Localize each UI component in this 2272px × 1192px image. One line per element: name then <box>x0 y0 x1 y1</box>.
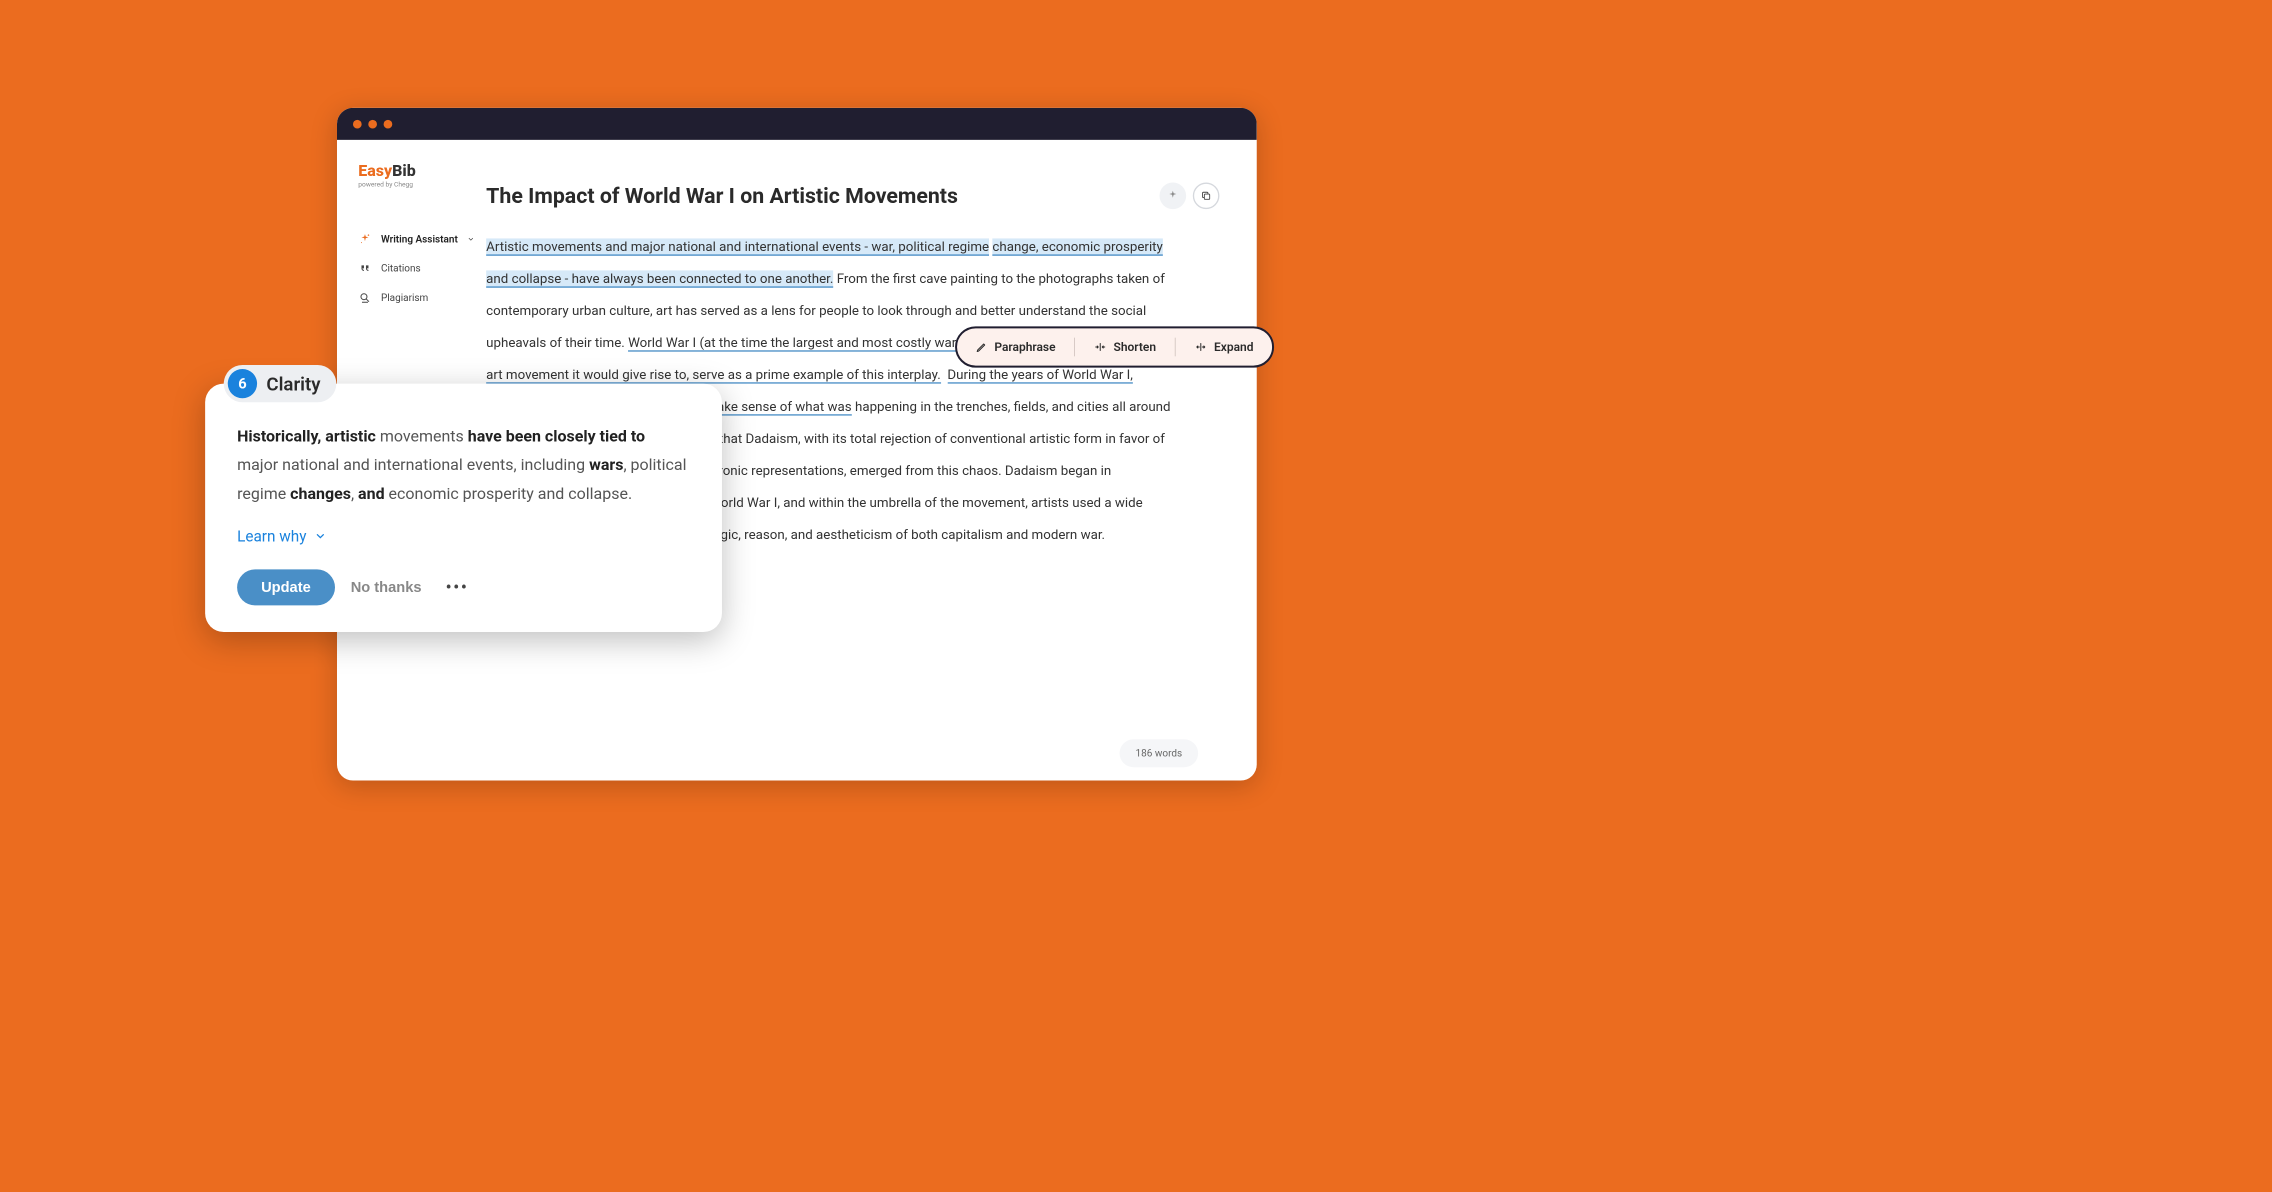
logo: EasyBib <box>358 161 486 180</box>
window-maximize-icon[interactable] <box>384 120 393 129</box>
more-options-icon[interactable]: ••• <box>446 576 469 598</box>
logo-subtitle: powered by Chegg <box>358 181 486 188</box>
learn-why-label: Learn why <box>237 527 306 545</box>
expand-button[interactable]: Expand <box>1194 340 1253 354</box>
nav-citations[interactable]: Citations <box>358 254 486 283</box>
collapse-icon <box>1094 341 1107 353</box>
document-title: The Impact of World War I on Artistic Mo… <box>486 183 958 208</box>
nav-label: Citations <box>381 262 421 274</box>
update-button[interactable]: Update <box>237 569 335 605</box>
learn-why-link[interactable]: Learn why <box>237 527 690 545</box>
nav-label: Writing Assistant <box>381 233 458 245</box>
tool-label: Shorten <box>1114 340 1157 354</box>
popover-badge: 6 Clarity <box>224 365 337 402</box>
nav-label: Plagiarism <box>381 292 428 304</box>
tool-label: Paraphrase <box>994 340 1055 354</box>
window-minimize-icon[interactable] <box>368 120 377 129</box>
no-thanks-button[interactable]: No thanks <box>351 578 422 595</box>
expand-icon <box>1194 341 1207 353</box>
chevron-down-icon <box>314 530 326 542</box>
logo-bib: Bib <box>392 161 416 180</box>
separator <box>1074 338 1075 357</box>
paraphrase-button[interactable]: Paraphrase <box>976 340 1056 354</box>
rewrite-toolbar: Paraphrase Shorten Expand <box>955 326 1274 367</box>
separator <box>1175 338 1176 357</box>
sparkle-button[interactable] <box>1160 182 1187 209</box>
quote-icon <box>358 262 371 275</box>
search-doc-icon <box>358 291 371 304</box>
window-close-icon[interactable] <box>353 120 362 129</box>
suggestion-text: Historically, artistic movements have be… <box>237 422 690 508</box>
nav-plagiarism[interactable]: Plagiarism <box>358 283 486 312</box>
sparkle-icon <box>358 232 371 245</box>
shorten-button[interactable]: Shorten <box>1094 340 1157 354</box>
badge-label: Clarity <box>266 373 320 395</box>
titlebar <box>337 108 1257 140</box>
badge-number: 6 <box>228 369 257 398</box>
nav-writing-assistant[interactable]: Writing Assistant <box>358 224 486 253</box>
logo-easy: Easy <box>358 161 392 180</box>
pencil-icon <box>976 341 988 353</box>
clarity-popover: 6 Clarity Historically, artistic movemen… <box>205 384 722 632</box>
word-count: 186 words <box>1120 739 1199 767</box>
tool-label: Expand <box>1214 340 1253 354</box>
highlighted-text: Artistic movements and major national an… <box>486 238 989 255</box>
chevron-down-icon <box>467 235 475 243</box>
copy-button[interactable] <box>1193 182 1220 209</box>
